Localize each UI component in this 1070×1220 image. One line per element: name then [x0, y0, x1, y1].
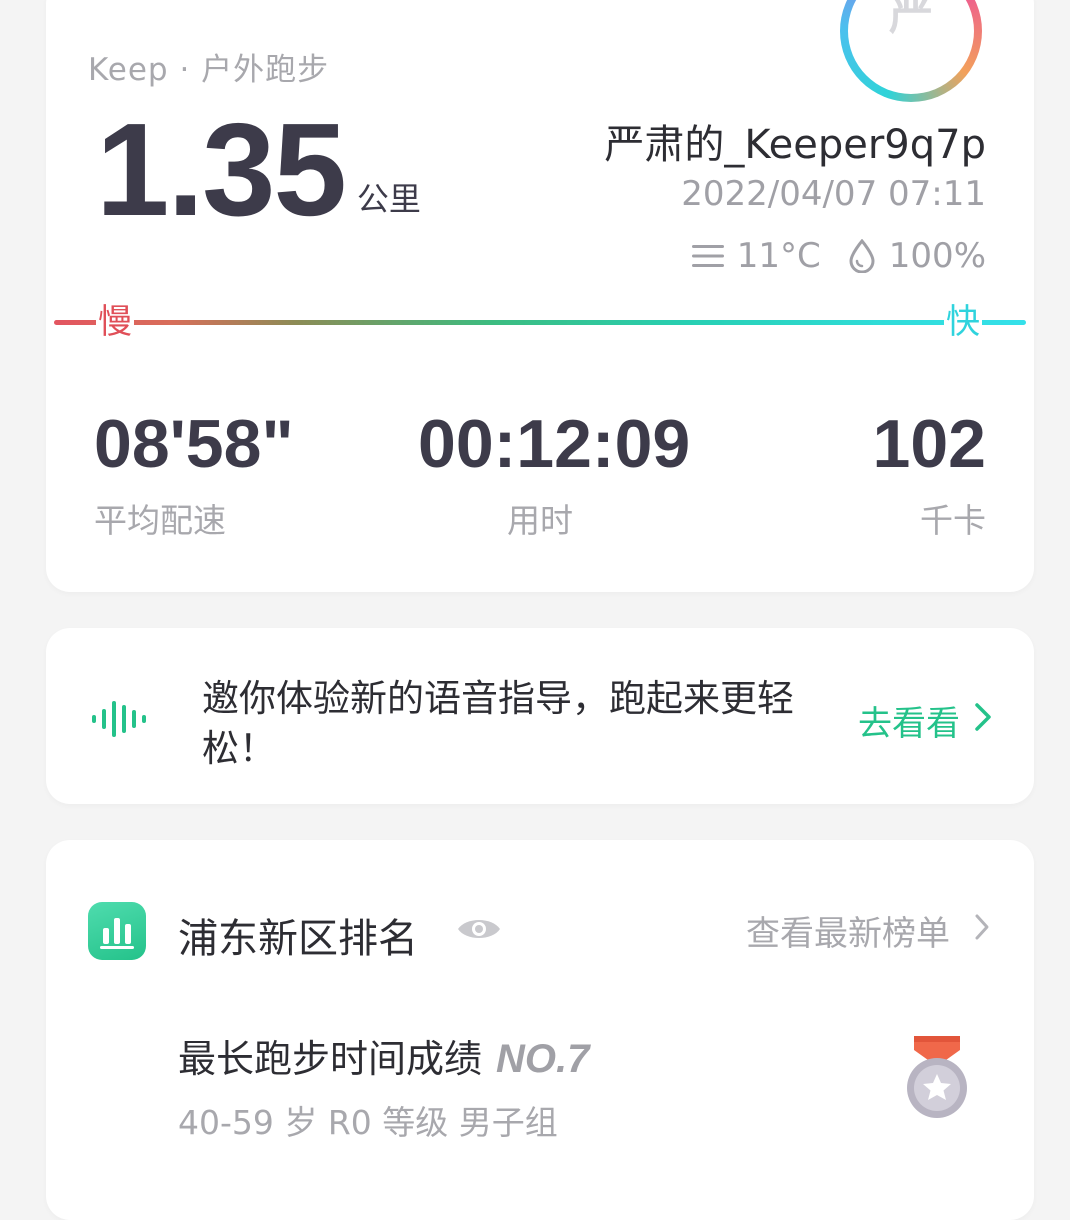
- district-ranking-card: 浦东新区排名 查看最新榜单 最长跑步时间成绩 NO.7 40-59 岁 R0 等…: [46, 840, 1034, 1220]
- duration-value: 00:12:09: [418, 406, 691, 482]
- activity-source: Keep · 户外跑步: [88, 52, 330, 88]
- voice-wave-icon: [90, 698, 152, 744]
- duration-label: 用时: [507, 501, 573, 540]
- distance-display: 1.35 公里: [96, 100, 421, 240]
- humidity: 100%: [888, 236, 986, 276]
- stat-duration: 00:12:09 用时: [418, 406, 691, 542]
- voice-link-label: 去看看: [858, 704, 960, 744]
- leaderboard-link-label: 查看最新榜单: [746, 914, 950, 954]
- avatar-initial: 严: [889, 0, 933, 40]
- distance-value: 1.35: [96, 96, 347, 243]
- view-latest-leaderboard-link[interactable]: 查看最新榜单: [746, 906, 990, 955]
- calories-value: 102: [872, 406, 986, 482]
- medal-icon: [902, 1036, 972, 1126]
- voice-go-see-link[interactable]: 去看看: [858, 696, 992, 745]
- stat-calories: 102 千卡: [873, 408, 986, 542]
- pace-value: 08'58": [94, 406, 294, 482]
- temperature: 11°C: [736, 236, 821, 276]
- run-datetime: 2022/04/07 07:11: [681, 174, 986, 214]
- ranking-title: 浦东新区排名: [178, 916, 418, 962]
- voice-guidance-card[interactable]: 邀你体验新的语音指导，跑起来更轻松！ 去看看: [46, 628, 1034, 804]
- pace-gradient-bar: [54, 320, 1026, 325]
- weather-info: 11°C 100%: [691, 236, 986, 276]
- distance-unit: 公里: [356, 180, 421, 218]
- eye-icon[interactable]: [456, 914, 502, 948]
- run-summary-card: Keep · 户外跑步 1.35 公里 严 严肃的_Keeper9q7p 202…: [46, 0, 1034, 592]
- chevron-right-icon: [960, 701, 992, 741]
- water-drop-icon: [847, 239, 877, 273]
- record-group: 40-59 岁 R0 等级 男子组: [178, 1103, 558, 1142]
- calories-label: 千卡: [920, 501, 986, 540]
- stat-average-pace: 08'58" 平均配速: [94, 408, 294, 542]
- username: 严肃的_Keeper9q7p: [604, 122, 986, 168]
- avatar[interactable]: 严: [840, 0, 982, 102]
- fog-icon: [691, 241, 725, 271]
- chevron-right-icon: [950, 911, 990, 951]
- record-rank: NO.7: [496, 1037, 590, 1081]
- record-title-row: 最长跑步时间成绩 NO.7: [178, 1028, 589, 1083]
- record-title: 最长跑步时间成绩: [178, 1037, 483, 1081]
- speed-fast-label: 快: [944, 302, 982, 342]
- speed-slow-label: 慢: [96, 302, 134, 342]
- pace-label: 平均配速: [94, 501, 226, 540]
- bar-chart-icon: [88, 902, 146, 960]
- voice-promo-text: 邀你体验新的语音指导，跑起来更轻松！: [202, 677, 794, 770]
